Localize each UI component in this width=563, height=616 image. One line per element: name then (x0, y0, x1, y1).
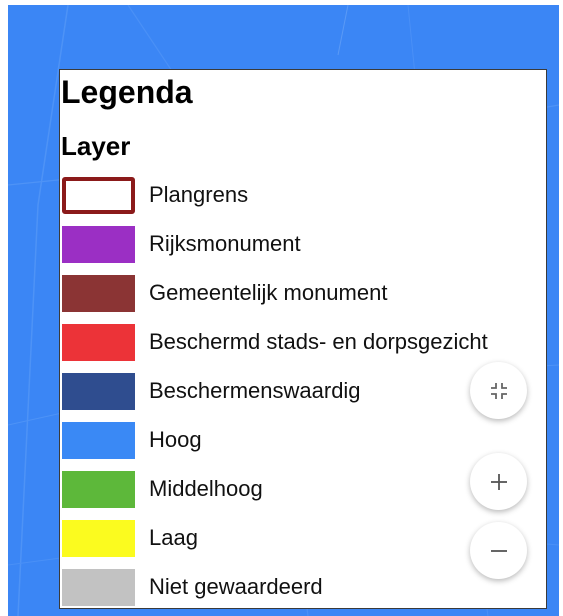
legend-title: Legenda (61, 74, 193, 110)
minus-icon (490, 549, 507, 552)
legend-item-label: Rijksmonument (149, 231, 301, 256)
zoom-in-button[interactable] (470, 453, 527, 510)
legend-item-label: Hoog (149, 427, 202, 452)
legend-swatch (62, 422, 135, 459)
legend-swatch (62, 226, 135, 263)
plus-icon (490, 473, 507, 490)
legend-layer-heading: Layer (61, 131, 131, 161)
legend-item-label: Beschermd stads- en dorpsgezicht (149, 329, 488, 354)
legend-swatch (62, 275, 135, 312)
legend-swatch (62, 177, 135, 214)
collapse-button[interactable] (470, 362, 527, 419)
legend-swatch (62, 373, 135, 410)
legend-item-label: Middelhoog (149, 476, 263, 501)
map-canvas[interactable]: Legenda Layer Plangrens Rijksmonument Geme… (8, 5, 559, 616)
legend-item-label: Gemeentelijk monument (149, 280, 388, 305)
legend-item-label: Beschermenswaardig (149, 378, 361, 403)
app-viewport: Legenda Layer Plangrens Rijksmonument Geme… (0, 0, 563, 616)
collapse-arrows-icon (490, 382, 507, 399)
legend-swatch (62, 569, 135, 606)
legend-item-label: Niet gewaardeerd (149, 574, 323, 599)
legend-item-label: Laag (149, 525, 198, 550)
legend-swatch (62, 520, 135, 557)
legend-swatch (62, 324, 135, 361)
zoom-out-button[interactable] (470, 522, 527, 579)
legend-item-label: Plangrens (149, 182, 249, 207)
legend-panel: Legenda Layer Plangrens Rijksmonument Geme… (59, 69, 547, 609)
legend-swatch (62, 471, 135, 508)
